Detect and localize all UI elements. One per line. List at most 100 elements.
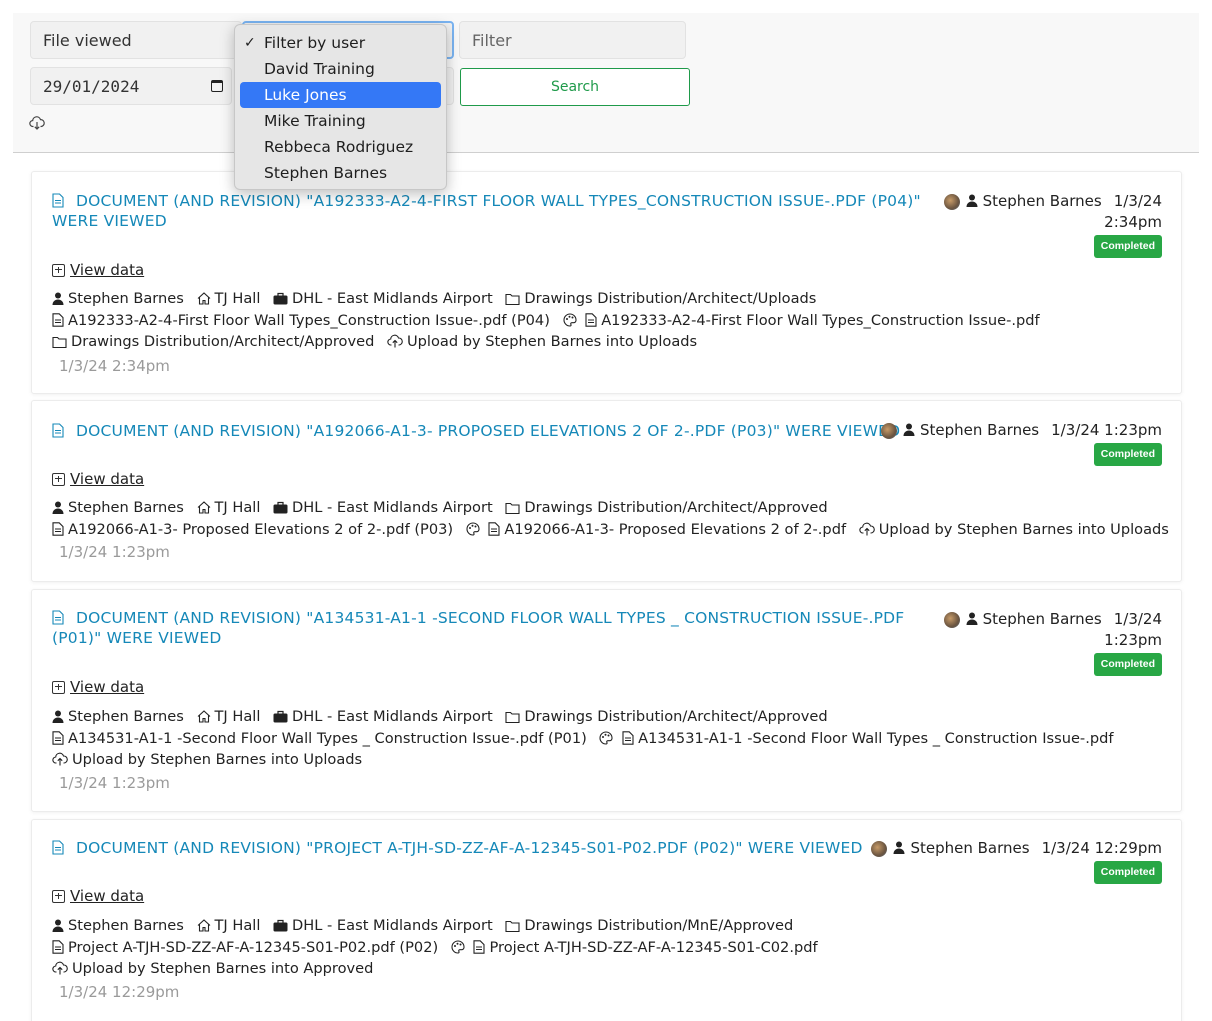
detail-site: TJ Hall bbox=[214, 290, 261, 307]
dropdown-option-mike-training[interactable]: Mike Training bbox=[240, 108, 441, 134]
entry-timestamp: 1/3/24 1:23pm bbox=[59, 774, 170, 792]
card-meta: Stephen Barnes 1/3/24 1:23pm Completed bbox=[881, 420, 1162, 466]
avatar bbox=[871, 841, 888, 857]
activity-card: Document (and revision) "A192333-A2-4-Fi… bbox=[31, 171, 1182, 394]
view-data-toggle[interactable]: View data bbox=[52, 261, 144, 279]
view-data-label: View data bbox=[70, 470, 145, 488]
folder-icon bbox=[505, 293, 520, 305]
person-icon bbox=[52, 710, 64, 723]
view-data-label: View data bbox=[70, 678, 145, 696]
search-button[interactable]: Search bbox=[460, 68, 690, 106]
date: 1/3/24 bbox=[1113, 610, 1162, 628]
date-value: 29/01/2024 bbox=[43, 76, 140, 96]
user-dropdown-menu: Filter by user David Training Luke Jones… bbox=[234, 24, 447, 190]
dropdown-option-david-training[interactable]: David Training bbox=[240, 56, 441, 82]
dropdown-option-luke-jones[interactable]: Luke Jones bbox=[240, 82, 441, 108]
person-icon bbox=[903, 423, 915, 436]
folder-icon bbox=[52, 336, 67, 348]
card-title[interactable]: Document (and revision) "A192333-A2-4-Fi… bbox=[52, 191, 922, 231]
event-type-select[interactable]: File viewed bbox=[30, 21, 242, 59]
detail-user: Stephen Barnes bbox=[68, 499, 184, 516]
briefcase-icon bbox=[273, 919, 288, 932]
file-icon bbox=[585, 312, 597, 327]
dropdown-option-rebbeca-rodriguez[interactable]: Rebbeca Rodriguez bbox=[240, 134, 441, 160]
detail-file: A134531-A1-1 -Second Floor Wall Types _ … bbox=[68, 729, 587, 747]
view-data-toggle[interactable]: View data bbox=[52, 470, 144, 488]
time: 1:23pm bbox=[1104, 631, 1162, 649]
plus-square-icon bbox=[52, 472, 65, 486]
user-name: Stephen Barnes bbox=[982, 610, 1102, 628]
card-title[interactable]: Document (and revision) "Project A-TJH-S… bbox=[52, 838, 863, 858]
detail-file: A192066-A1-3- Proposed Elevations 2 of 2… bbox=[68, 520, 454, 538]
card-title[interactable]: Document (and revision) "A192066-A1-3- P… bbox=[52, 421, 900, 441]
date-input[interactable]: 29/01/2024 bbox=[30, 67, 232, 105]
date: 1/3/24 bbox=[1113, 192, 1162, 210]
person-icon bbox=[52, 919, 64, 932]
home-icon bbox=[197, 919, 210, 932]
title-line: Document (and revision) "A192333-A2-4-Fi… bbox=[76, 192, 921, 210]
detail-folder: Drawings Distribution/MnE/Approved bbox=[524, 917, 794, 934]
activity-card: Document (and revision) "A134531-A1-1 -S… bbox=[31, 589, 1182, 812]
briefcase-icon bbox=[273, 501, 288, 514]
folder-icon bbox=[505, 502, 520, 514]
dropdown-option-stephen-barnes[interactable]: Stephen Barnes bbox=[240, 160, 441, 186]
detail-upload: Upload by Stephen Barnes into Approved bbox=[72, 960, 374, 977]
detail-folder: Drawings Distribution/Architect/Approved bbox=[524, 499, 828, 516]
detail-user: Stephen Barnes bbox=[68, 917, 184, 934]
avatar bbox=[943, 612, 960, 628]
detail-destination-folder: Drawings Distribution/Architect/Approved bbox=[71, 333, 375, 350]
status-badge: Completed bbox=[1093, 235, 1162, 258]
card-title[interactable]: Document (and revision) "A134531-A1-1 -S… bbox=[52, 608, 922, 648]
briefcase-icon bbox=[273, 710, 288, 723]
detail-file: A192333-A2-4-First Floor Wall Types_Cons… bbox=[68, 311, 550, 329]
card-details: Stephen Barnes TJ Hall DHL - East Midlan… bbox=[52, 915, 1162, 980]
detail-project: DHL - East Midlands Airport bbox=[292, 499, 493, 516]
plus-square-icon bbox=[52, 263, 65, 277]
detail-upload: Upload by Stephen Barnes into Uploads bbox=[72, 751, 363, 768]
filter-placeholder: Filter bbox=[472, 30, 512, 50]
date: 1/3/24 1:23pm bbox=[1051, 421, 1162, 439]
document-icon bbox=[52, 610, 64, 625]
filter-bar: File viewed Filter 29/01/2024 Search bbox=[13, 13, 1199, 153]
detail-folder: Drawings Distribution/Architect/Uploads bbox=[524, 290, 817, 307]
palette-icon bbox=[599, 730, 614, 745]
cloud-upload-icon bbox=[859, 522, 875, 535]
cloud-upload-icon bbox=[52, 752, 68, 766]
detail-project: DHL - East Midlands Airport bbox=[292, 290, 493, 307]
filter-input[interactable]: Filter bbox=[459, 21, 686, 59]
user-name: Stephen Barnes bbox=[982, 192, 1102, 210]
activity-card: Document (and revision) "A192066-A1-3- P… bbox=[31, 400, 1182, 582]
home-icon bbox=[197, 501, 210, 514]
view-data-toggle[interactable]: View data bbox=[52, 887, 144, 905]
avatar bbox=[881, 423, 898, 439]
detail-linked-file: A192066-A1-3- Proposed Elevations 2 of 2… bbox=[504, 520, 847, 538]
detail-site: TJ Hall bbox=[214, 708, 261, 725]
person-icon bbox=[966, 612, 978, 625]
palette-icon bbox=[563, 312, 577, 327]
view-data-toggle[interactable]: View data bbox=[52, 678, 144, 696]
card-details: Stephen Barnes TJ Hall DHL - East Midlan… bbox=[52, 706, 1162, 771]
person-icon bbox=[966, 194, 978, 207]
person-icon bbox=[52, 292, 64, 305]
user-name: Stephen Barnes bbox=[920, 421, 1040, 439]
detail-upload: Upload by Stephen Barnes into Uploads bbox=[406, 333, 698, 350]
avatar bbox=[943, 194, 960, 210]
person-icon bbox=[52, 501, 64, 514]
person-icon bbox=[893, 841, 905, 854]
palette-icon bbox=[451, 939, 465, 954]
document-icon bbox=[52, 840, 64, 855]
plus-square-icon bbox=[52, 680, 65, 694]
calendar-icon[interactable] bbox=[211, 80, 223, 92]
home-icon bbox=[197, 292, 210, 305]
entry-timestamp: 1/3/24 2:34pm bbox=[59, 357, 170, 375]
cloud-download-icon[interactable] bbox=[29, 115, 45, 135]
activity-card: Document (and revision) "Project A-TJH-S… bbox=[31, 819, 1182, 1021]
card-details: Stephen Barnes TJ Hall DHL - East Midlan… bbox=[52, 497, 1169, 540]
dropdown-option-filter-by-user[interactable]: Filter by user bbox=[240, 30, 441, 56]
detail-folder: Drawings Distribution/Architect/Approved bbox=[524, 708, 828, 725]
date: 1/3/24 12:29pm bbox=[1041, 839, 1162, 857]
title-line: Document (and revision) "A192066-A1-3- P… bbox=[76, 422, 901, 440]
palette-icon bbox=[466, 521, 480, 536]
detail-linked-file: A192333-A2-4-First Floor Wall Types_Cons… bbox=[601, 311, 1040, 329]
folder-icon bbox=[505, 920, 520, 932]
